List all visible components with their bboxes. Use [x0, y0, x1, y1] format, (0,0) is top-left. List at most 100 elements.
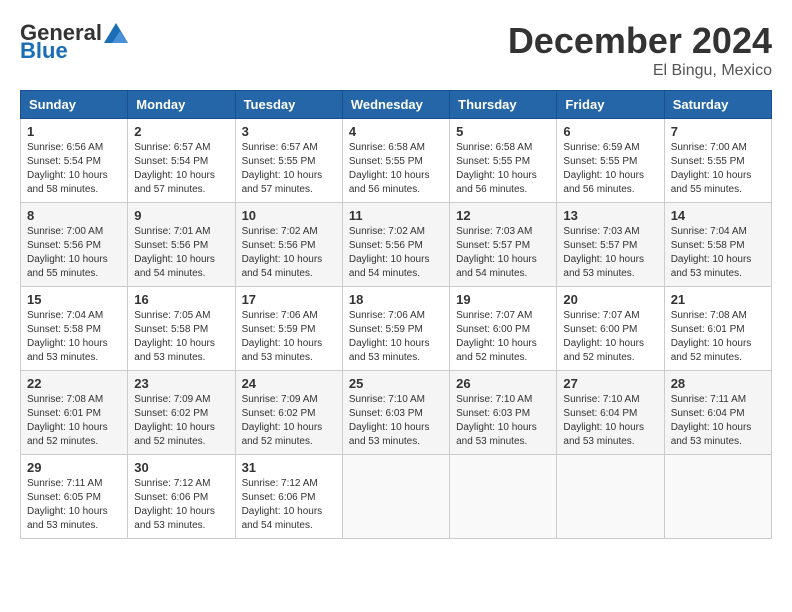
- calendar-cell: 15Sunrise: 7:04 AM Sunset: 5:58 PM Dayli…: [21, 287, 128, 371]
- day-number: 16: [134, 292, 228, 307]
- calendar-week-row: 8 Sunrise: 7:00 AM Sunset: 5:56 PM Daylig…: [21, 203, 772, 287]
- day-number: 21: [671, 292, 765, 307]
- calendar-cell: 12 Sunrise: 7:03 AM Sunset: 5:57 PM Dayli…: [450, 203, 557, 287]
- day-info: Sunrise: 7:04 AM Sunset: 5:58 PM Dayligh…: [671, 225, 765, 281]
- month-title: December 2024: [508, 20, 772, 62]
- calendar-week-row: 22 Sunrise: 7:08 AM Sunset: 6:01 PM Dayli…: [21, 371, 772, 455]
- calendar-cell: 26 Sunrise: 7:10 AM Sunset: 6:03 PM Dayli…: [450, 371, 557, 455]
- day-info: Sunrise: 7:10 AM Sunset: 6:03 PM Dayligh…: [349, 393, 443, 449]
- day-info: Sunrise: 7:08 AM Sunset: 6:01 PM Dayligh…: [671, 309, 765, 365]
- day-number: 31: [242, 460, 336, 475]
- calendar-cell: 9Sunrise: 7:01 AM Sunset: 5:56 PM Daylig…: [128, 203, 235, 287]
- day-number: 3: [242, 124, 336, 139]
- weekday-header-friday: Friday: [557, 91, 664, 119]
- day-info: Sunrise: 7:00 AM Sunset: 5:56 PM Dayligh…: [27, 225, 121, 281]
- day-info: Sunrise: 7:07 AM Sunset: 6:00 PM Dayligh…: [456, 309, 550, 365]
- calendar-cell: 28 Sunrise: 7:11 AM Sunset: 6:04 PM Dayli…: [664, 371, 771, 455]
- weekday-header-monday: Monday: [128, 91, 235, 119]
- logo: General Blue: [20, 20, 128, 64]
- calendar-cell: 16 Sunrise: 7:05 AM Sunset: 5:58 PM Dayli…: [128, 287, 235, 371]
- weekday-header-wednesday: Wednesday: [342, 91, 449, 119]
- day-info: Sunrise: 7:05 AM Sunset: 5:58 PM Dayligh…: [134, 309, 228, 365]
- calendar-cell: 20 Sunrise: 7:07 AM Sunset: 6:00 PM Dayli…: [557, 287, 664, 371]
- day-info: Sunrise: 7:07 AM Sunset: 6:00 PM Dayligh…: [563, 309, 657, 365]
- calendar-cell: 27 Sunrise: 7:10 AM Sunset: 6:04 PM Dayli…: [557, 371, 664, 455]
- calendar-cell: 4Sunrise: 6:58 AM Sunset: 5:55 PM Daylig…: [342, 119, 449, 203]
- day-info: Sunrise: 7:10 AM Sunset: 6:03 PM Dayligh…: [456, 393, 550, 449]
- day-info: Sunrise: 7:10 AM Sunset: 6:04 PM Dayligh…: [563, 393, 657, 449]
- day-number: 7: [671, 124, 765, 139]
- day-number: 25: [349, 376, 443, 391]
- weekday-header-thursday: Thursday: [450, 91, 557, 119]
- day-number: 29: [27, 460, 121, 475]
- calendar-week-row: 29 Sunrise: 7:11 AM Sunset: 6:05 PM Dayli…: [21, 455, 772, 539]
- calendar-cell: 23 Sunrise: 7:09 AM Sunset: 6:02 PM Dayli…: [128, 371, 235, 455]
- calendar-cell: 8 Sunrise: 7:00 AM Sunset: 5:56 PM Daylig…: [21, 203, 128, 287]
- calendar-cell: 30 Sunrise: 7:12 AM Sunset: 6:06 PM Dayli…: [128, 455, 235, 539]
- day-number: 2: [134, 124, 228, 139]
- day-info: Sunrise: 7:11 AM Sunset: 6:05 PM Dayligh…: [27, 477, 121, 533]
- day-number: 20: [563, 292, 657, 307]
- day-info: Sunrise: 7:12 AM Sunset: 6:06 PM Dayligh…: [242, 477, 336, 533]
- day-info: Sunrise: 6:57 AM Sunset: 5:55 PM Dayligh…: [242, 141, 336, 197]
- calendar-cell: [557, 455, 664, 539]
- day-number: 26: [456, 376, 550, 391]
- day-info: Sunrise: 7:06 AM Sunset: 5:59 PM Dayligh…: [242, 309, 336, 365]
- calendar-cell: 24 Sunrise: 7:09 AM Sunset: 6:02 PM Dayli…: [235, 371, 342, 455]
- day-number: 5: [456, 124, 550, 139]
- day-number: 9: [134, 208, 228, 223]
- day-number: 11: [349, 208, 443, 223]
- day-info: Sunrise: 7:02 AM Sunset: 5:56 PM Dayligh…: [242, 225, 336, 281]
- day-number: 23: [134, 376, 228, 391]
- day-number: 27: [563, 376, 657, 391]
- day-info: Sunrise: 6:58 AM Sunset: 5:55 PM Dayligh…: [349, 141, 443, 197]
- day-info: Sunrise: 6:59 AM Sunset: 5:55 PM Dayligh…: [563, 141, 657, 197]
- day-number: 19: [456, 292, 550, 307]
- day-info: Sunrise: 7:06 AM Sunset: 5:59 PM Dayligh…: [349, 309, 443, 365]
- calendar-cell: 14 Sunrise: 7:04 AM Sunset: 5:58 PM Dayli…: [664, 203, 771, 287]
- title-area: December 2024 El Bingu, Mexico: [508, 20, 772, 80]
- calendar-cell: 18Sunrise: 7:06 AM Sunset: 5:59 PM Dayli…: [342, 287, 449, 371]
- calendar-cell: 1 Sunrise: 6:56 AM Sunset: 5:54 PM Daylig…: [21, 119, 128, 203]
- day-info: Sunrise: 7:04 AM Sunset: 5:58 PM Dayligh…: [27, 309, 121, 365]
- calendar-cell: 6Sunrise: 6:59 AM Sunset: 5:55 PM Daylig…: [557, 119, 664, 203]
- calendar-cell: 11 Sunrise: 7:02 AM Sunset: 5:56 PM Dayli…: [342, 203, 449, 287]
- day-number: 30: [134, 460, 228, 475]
- day-info: Sunrise: 7:03 AM Sunset: 5:57 PM Dayligh…: [456, 225, 550, 281]
- day-number: 24: [242, 376, 336, 391]
- day-info: Sunrise: 7:03 AM Sunset: 5:57 PM Dayligh…: [563, 225, 657, 281]
- day-number: 10: [242, 208, 336, 223]
- day-info: Sunrise: 6:58 AM Sunset: 5:55 PM Dayligh…: [456, 141, 550, 197]
- calendar-cell: 5 Sunrise: 6:58 AM Sunset: 5:55 PM Daylig…: [450, 119, 557, 203]
- weekday-header-saturday: Saturday: [664, 91, 771, 119]
- day-info: Sunrise: 7:02 AM Sunset: 5:56 PM Dayligh…: [349, 225, 443, 281]
- day-info: Sunrise: 7:12 AM Sunset: 6:06 PM Dayligh…: [134, 477, 228, 533]
- day-number: 1: [27, 124, 121, 139]
- calendar-cell: 19 Sunrise: 7:07 AM Sunset: 6:00 PM Dayli…: [450, 287, 557, 371]
- calendar-cell: 22 Sunrise: 7:08 AM Sunset: 6:01 PM Dayli…: [21, 371, 128, 455]
- calendar-header-row: SundayMondayTuesdayWednesdayThursdayFrid…: [21, 91, 772, 119]
- day-number: 8: [27, 208, 121, 223]
- day-info: Sunrise: 7:00 AM Sunset: 5:55 PM Dayligh…: [671, 141, 765, 197]
- calendar-table: SundayMondayTuesdayWednesdayThursdayFrid…: [20, 90, 772, 539]
- day-info: Sunrise: 7:11 AM Sunset: 6:04 PM Dayligh…: [671, 393, 765, 449]
- day-info: Sunrise: 7:08 AM Sunset: 6:01 PM Dayligh…: [27, 393, 121, 449]
- weekday-header-sunday: Sunday: [21, 91, 128, 119]
- day-info: Sunrise: 7:09 AM Sunset: 6:02 PM Dayligh…: [134, 393, 228, 449]
- day-number: 12: [456, 208, 550, 223]
- day-info: Sunrise: 7:09 AM Sunset: 6:02 PM Dayligh…: [242, 393, 336, 449]
- calendar-cell: 29 Sunrise: 7:11 AM Sunset: 6:05 PM Dayli…: [21, 455, 128, 539]
- logo-blue-text: Blue: [20, 38, 68, 64]
- calendar-cell: 21 Sunrise: 7:08 AM Sunset: 6:01 PM Dayli…: [664, 287, 771, 371]
- calendar-cell: [664, 455, 771, 539]
- weekday-header-tuesday: Tuesday: [235, 91, 342, 119]
- day-number: 14: [671, 208, 765, 223]
- calendar-week-row: 15Sunrise: 7:04 AM Sunset: 5:58 PM Dayli…: [21, 287, 772, 371]
- day-number: 28: [671, 376, 765, 391]
- day-info: Sunrise: 6:56 AM Sunset: 5:54 PM Dayligh…: [27, 141, 121, 197]
- calendar-cell: 25 Sunrise: 7:10 AM Sunset: 6:03 PM Dayli…: [342, 371, 449, 455]
- calendar-cell: 3 Sunrise: 6:57 AM Sunset: 5:55 PM Daylig…: [235, 119, 342, 203]
- location-text: El Bingu, Mexico: [508, 62, 772, 80]
- day-number: 22: [27, 376, 121, 391]
- day-number: 13: [563, 208, 657, 223]
